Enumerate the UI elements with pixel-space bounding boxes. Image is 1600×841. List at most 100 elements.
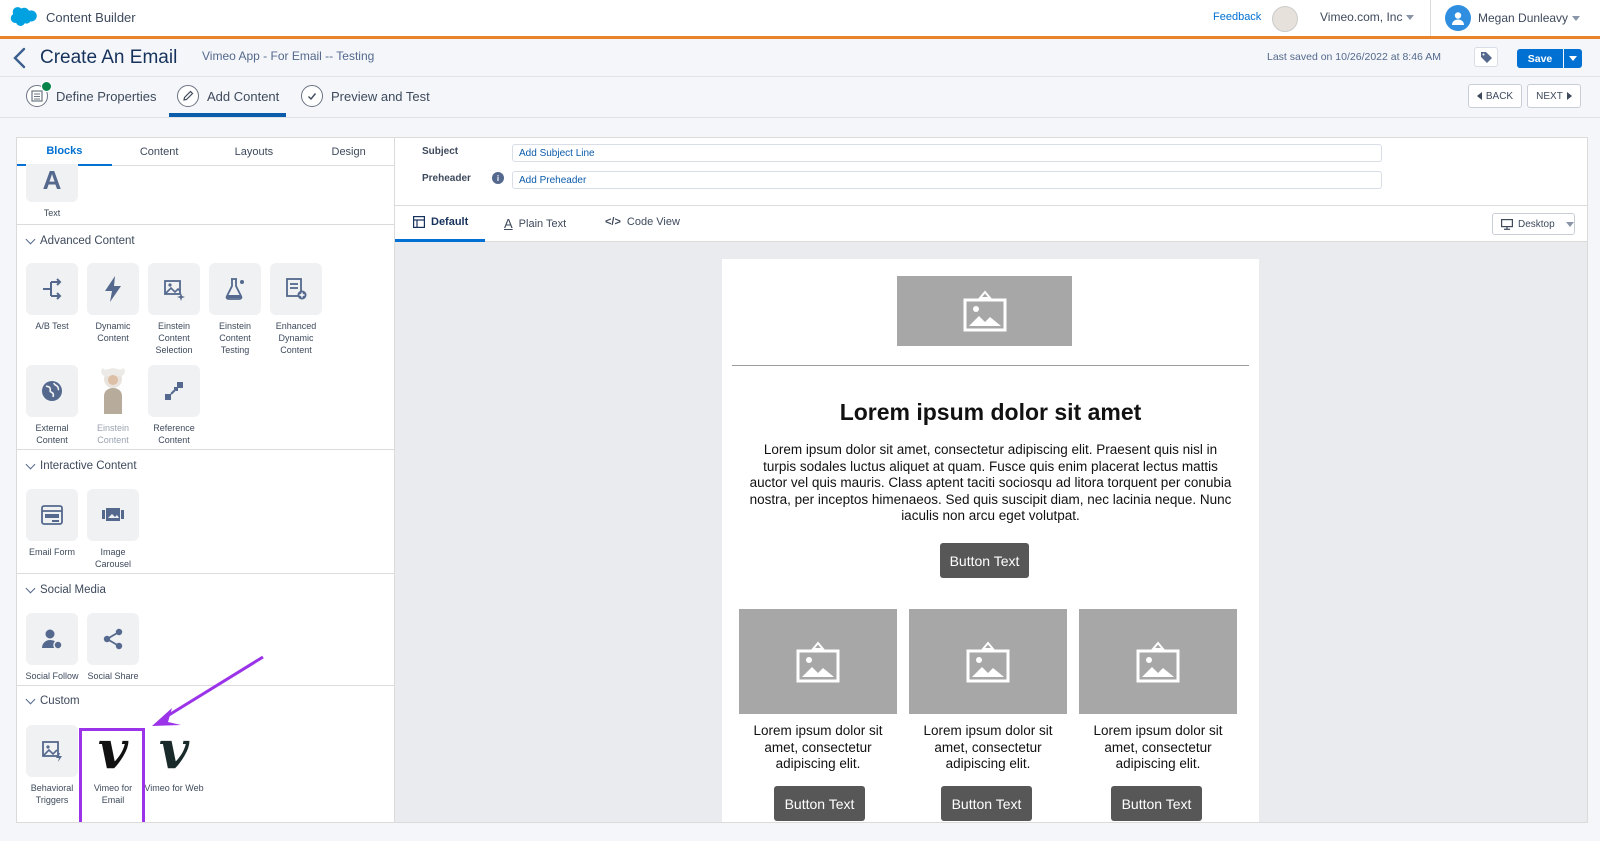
chevron-down-icon <box>1569 56 1577 61</box>
block-label: Email Form <box>28 547 75 557</box>
app-logo[interactable]: Content Builder <box>10 6 136 28</box>
block-label: Einstein Content <box>96 423 130 445</box>
column-text[interactable]: Lorem ipsum dolor sit amet, consectetur … <box>907 723 1069 773</box>
block-vimeo-for-web[interactable]: v Vimeo for Web <box>143 725 205 794</box>
share-icon <box>87 613 139 665</box>
image-icon <box>796 640 840 682</box>
back-button[interactable]: BACK <box>1468 84 1522 108</box>
tab-code-view[interactable]: </> Code View <box>605 216 680 228</box>
block-text[interactable]: A Text <box>21 164 83 219</box>
step-add-content[interactable]: Add Content <box>177 85 279 107</box>
column-button[interactable]: Button Text <box>774 786 865 821</box>
section-advanced-content[interactable]: Advanced Content <box>25 234 135 247</box>
block-label: Social Follow <box>25 671 79 681</box>
vimeo-logo-icon: v <box>148 725 200 777</box>
block-einstein-content-testing[interactable]: Einstein Content Testing <box>204 263 266 356</box>
back-arrow-icon[interactable] <box>10 46 30 70</box>
email-paragraph[interactable]: Lorem ipsum dolor sit amet, consectetur … <box>748 442 1233 525</box>
text-icon: A <box>26 164 78 202</box>
tab-content[interactable]: Content <box>112 138 207 166</box>
code-icon: </> <box>605 216 621 228</box>
block-behavioral-triggers[interactable]: Behavioral Triggers <box>21 725 83 806</box>
social-follow-icon <box>26 613 78 665</box>
block-image-carousel[interactable]: Image Carousel <box>82 489 144 570</box>
tab-default-view[interactable]: Default <box>413 216 468 228</box>
org-switcher[interactable]: Vimeo.com, Inc <box>1320 10 1415 24</box>
block-label: Reference Content <box>153 423 195 445</box>
blocks-panel: Blocks Content Layouts Design A Text Adv… <box>16 137 395 823</box>
section-custom[interactable]: Custom <box>25 694 80 707</box>
divider <box>17 449 394 450</box>
next-label: NEXT <box>1536 90 1563 102</box>
image-icon <box>966 640 1010 682</box>
block-social-share[interactable]: Social Share <box>82 613 144 682</box>
layout-icon <box>413 216 425 228</box>
plain-text-icon: A <box>504 216 513 231</box>
tag-button[interactable] <box>1474 47 1498 67</box>
block-enhanced-dynamic-content[interactable]: Enhanced Dynamic Content <box>265 263 327 356</box>
section-title: Custom <box>40 695 80 707</box>
subject-input[interactable]: Add Subject Line <box>512 144 1382 162</box>
column-text[interactable]: Lorem ipsum dolor sit amet, consectetur … <box>1077 723 1239 773</box>
block-dynamic-content[interactable]: Dynamic Content <box>82 263 144 344</box>
tab-label: Plain Text <box>518 217 567 230</box>
feedback-link[interactable]: Feedback <box>1213 11 1261 23</box>
image-placeholder[interactable] <box>897 276 1072 346</box>
enhanced-content-icon <box>270 263 322 315</box>
block-social-follow[interactable]: Social Follow <box>21 613 83 682</box>
preheader-input[interactable]: Add Preheader <box>512 171 1382 189</box>
column-button[interactable]: Button Text <box>941 786 1032 821</box>
section-interactive-content[interactable]: Interactive Content <box>25 459 137 472</box>
chevron-down-icon <box>1572 15 1581 21</box>
einstein-avatar[interactable] <box>1272 6 1298 32</box>
caret-left-icon <box>1476 92 1482 100</box>
section-title: Social Media <box>40 584 106 596</box>
image-placeholder[interactable] <box>909 609 1067 714</box>
image-placeholder[interactable] <box>739 609 897 714</box>
block-reference-content[interactable]: Reference Content <box>143 365 205 446</box>
block-einstein-content-selection[interactable]: Einstein Content Selection <box>143 263 205 356</box>
user-avatar[interactable] <box>1445 5 1471 31</box>
user-menu[interactable]: Megan Dunleavy <box>1478 11 1581 25</box>
info-icon[interactable]: i <box>492 172 504 184</box>
save-options-button[interactable] <box>1564 49 1582 68</box>
column-button[interactable]: Button Text <box>1111 786 1202 821</box>
tab-plain-text[interactable]: A Plain Text <box>504 216 566 231</box>
section-title: Interactive Content <box>40 460 137 472</box>
block-external-content[interactable]: External Content <box>21 365 83 446</box>
back-label: BACK <box>1485 90 1514 102</box>
save-button[interactable]: Save <box>1517 49 1563 68</box>
device-selector[interactable]: Desktop <box>1492 213 1575 235</box>
flask-icon <box>209 263 261 315</box>
divider-line <box>732 365 1249 366</box>
pencil-icon <box>177 85 199 107</box>
block-einstein-content[interactable]: Einstein Content <box>82 365 144 446</box>
view-tabs: Default A Plain Text </> Code View Deskt… <box>395 205 1587 242</box>
divider <box>1430 0 1431 36</box>
email-heading[interactable]: Lorem ipsum dolor sit amet <box>722 399 1259 426</box>
chevron-down-icon <box>25 583 36 594</box>
editor-panel: Subject Add Subject Line Preheader i Add… <box>395 137 1588 823</box>
tab-blocks[interactable]: Blocks <box>17 138 112 166</box>
tab-label: Default <box>431 216 469 228</box>
tab-design[interactable]: Design <box>301 138 394 166</box>
org-name: Vimeo.com, Inc <box>1320 10 1403 24</box>
subject-label: Subject <box>422 146 459 157</box>
lightning-icon <box>87 263 139 315</box>
block-email-form[interactable]: Email Form <box>21 489 83 558</box>
section-social-media[interactable]: Social Media <box>25 583 106 596</box>
email-cta-button[interactable]: Button Text <box>940 543 1029 578</box>
divider <box>17 685 394 686</box>
column-text[interactable]: Lorem ipsum dolor sit amet, consectetur … <box>737 723 899 773</box>
step-define-properties[interactable]: Define Properties <box>26 81 156 107</box>
block-ab-test[interactable]: A/B Test <box>21 263 83 332</box>
page-header: Create An Email Vimeo App - For Email --… <box>0 39 1600 77</box>
image-placeholder[interactable] <box>1079 609 1237 714</box>
next-button[interactable]: NEXT <box>1527 84 1581 108</box>
wizard-steps: Define Properties Add Content Preview an… <box>0 78 1600 118</box>
tab-layouts[interactable]: Layouts <box>207 138 302 166</box>
email-body[interactable]: Lorem ipsum dolor sit amet Lorem ipsum d… <box>722 259 1259 822</box>
form-icon <box>26 489 78 541</box>
step-preview-test[interactable]: Preview and Test <box>301 85 430 107</box>
globe-icon <box>26 365 78 417</box>
